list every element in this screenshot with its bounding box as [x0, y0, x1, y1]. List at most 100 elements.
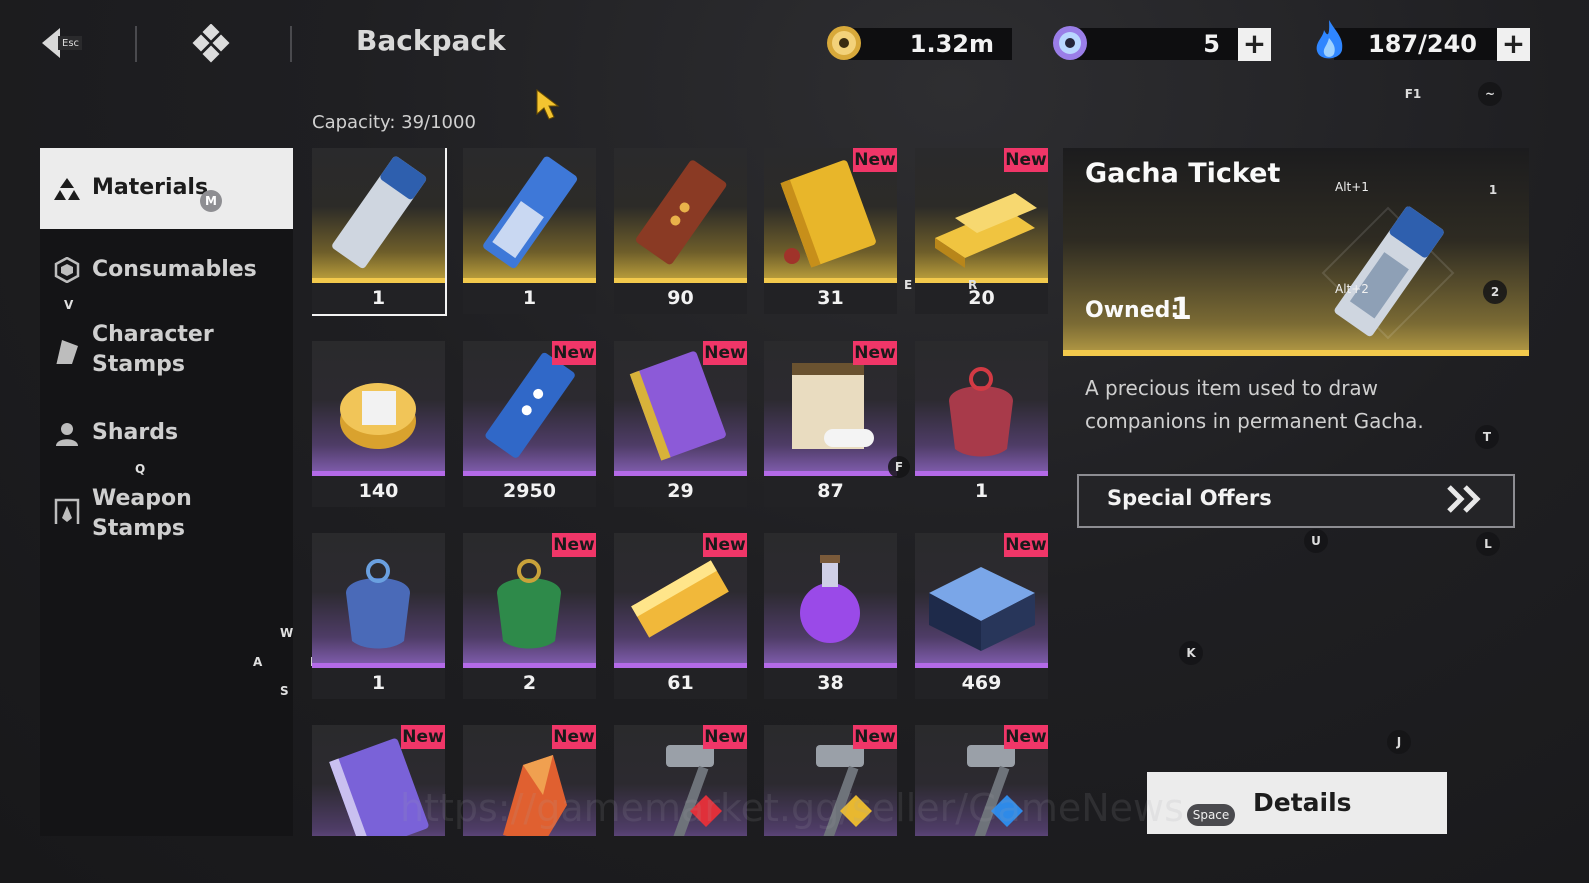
key-hint-1: 1: [1488, 183, 1498, 197]
blue-pouch-icon: [346, 559, 410, 649]
item-art: [463, 148, 596, 278]
item-slot[interactable]: 1: [312, 148, 447, 316]
item-slot[interactable]: 140: [312, 341, 445, 507]
item-count: 90: [614, 283, 747, 314]
item-count: 1: [463, 283, 596, 314]
item-count: 1: [915, 476, 1048, 507]
key-hint-l: L: [1476, 532, 1500, 556]
new-badge: New: [1004, 725, 1048, 749]
key-hint-alt1: Alt+1: [1335, 180, 1369, 194]
key-hint-e: E: [904, 278, 913, 292]
item-slot[interactable]: 31 New: [764, 148, 897, 314]
menu-button[interactable]: [190, 23, 234, 64]
shards-icon: [56, 423, 78, 446]
key-hint-t: T: [1475, 425, 1499, 449]
key-hint-u: U: [1304, 529, 1328, 553]
character-stamp-icon: [56, 340, 78, 364]
tab-label: Consumables: [92, 257, 257, 282]
key-hint-tilde: ~: [1478, 82, 1502, 106]
tab-label: Shards: [92, 420, 179, 445]
item-slot[interactable]: 1: [463, 148, 596, 314]
new-badge: New: [552, 725, 596, 749]
item-slot[interactable]: 2 New: [463, 533, 596, 699]
gold-amount: 1.32m: [909, 30, 994, 58]
new-badge: New: [703, 533, 747, 557]
gem-currency: 5 +: [1052, 24, 1274, 61]
details-button[interactable]: Space Details: [1147, 772, 1447, 834]
add-energy-button[interactable]: +: [1497, 28, 1530, 61]
item-art: [312, 148, 445, 278]
item-count: 1: [312, 668, 445, 699]
owned-label: Owned:: [1085, 298, 1180, 323]
add-gem-button[interactable]: +: [1238, 28, 1271, 61]
new-badge: New: [853, 725, 897, 749]
details-label: Details: [1253, 788, 1352, 817]
back-button[interactable]: Esc: [38, 22, 86, 64]
item-detail-panel: Gacha Ticket Alt+1 Alt+2 1 2 Owned: 1 A …: [1063, 148, 1529, 836]
esc-key-label: Esc: [62, 38, 80, 49]
item-count: 31: [764, 283, 897, 314]
tab-materials[interactable]: Materials M: [40, 148, 293, 229]
weapon-stamp-icon: [54, 498, 80, 524]
gacha-ticket-icon: [1321, 206, 1455, 340]
item-slot[interactable]: 29 New: [614, 341, 747, 507]
item-count: 20: [915, 283, 1048, 314]
item-art: [312, 533, 445, 663]
key-hint-space: Space: [1187, 804, 1235, 826]
item-slot[interactable]: 1: [915, 341, 1048, 507]
capacity-label: Capacity: 39/1000: [312, 112, 476, 133]
key-hint-m: M: [200, 190, 222, 212]
item-slot[interactable]: 87 New: [764, 341, 897, 507]
item-count: 140: [312, 476, 445, 507]
owned-value: 1: [1171, 292, 1192, 327]
special-offers-label: Special Offers: [1107, 486, 1272, 510]
item-grid: 1 1 90 31 New 20 New 140 2950 New 29 New 87 New 1 1 2 New…: [312, 148, 1052, 836]
gold-currency: 1.32m: [826, 24, 1016, 60]
item-count: 29: [614, 476, 747, 507]
item-slot[interactable]: 38: [764, 533, 897, 699]
item-slot[interactable]: 2950 New: [463, 341, 596, 507]
item-count: 2: [463, 668, 596, 699]
tab-label: Character Stamps: [92, 322, 214, 377]
divider: [290, 26, 292, 62]
item-art: [614, 148, 747, 278]
gem-ring-icon: [1053, 26, 1087, 60]
item-slot[interactable]: 61 New: [614, 533, 747, 699]
energy-currency: 187/240 +: [1312, 20, 1532, 61]
item-count: 1: [312, 283, 445, 314]
item-description: A precious item used to draw companions …: [1085, 376, 1424, 433]
tab-character-stamps[interactable]: Character Stamps: [40, 320, 293, 384]
special-offers-button[interactable]: Special Offers: [1077, 474, 1515, 528]
diamond-grid-icon: [192, 23, 230, 63]
key-hint-2: 2: [1483, 280, 1507, 304]
item-slot[interactable]: 469 New: [915, 533, 1048, 699]
item-slot[interactable]: 1: [312, 533, 445, 699]
coin-stack-icon: [340, 383, 416, 449]
gacha-ticket-blue-icon: [483, 156, 578, 269]
tab-weapon-stamps[interactable]: Weapon Stamps: [40, 484, 293, 548]
item-art: [764, 533, 897, 663]
potion-icon: [800, 555, 860, 643]
item-name: Gacha Ticket: [1085, 158, 1281, 189]
key-hint-k: K: [1179, 641, 1203, 665]
key-hint-f: F: [888, 456, 910, 478]
key-hint-alt2: Alt+2: [1335, 282, 1369, 296]
page-title: Backpack: [356, 24, 506, 57]
energy-amount: 187/240: [1368, 30, 1477, 58]
item-slot[interactable]: 20 New: [915, 148, 1048, 314]
detail-header: Gacha Ticket Alt+1 Alt+2 1 2 Owned: 1: [1063, 148, 1529, 356]
tab-consumables[interactable]: Consumables: [40, 248, 293, 292]
tab-shards[interactable]: Shards: [40, 418, 293, 450]
blue-flame-icon: [1316, 20, 1343, 59]
new-badge: New: [1004, 533, 1048, 557]
new-badge: New: [401, 725, 445, 749]
new-badge: New: [552, 341, 596, 365]
key-hint-f1: F1: [1404, 87, 1422, 101]
gacha-ticket-silver-icon: [332, 156, 427, 269]
item-slot[interactable]: 90: [614, 148, 747, 314]
item-count: 61: [614, 668, 747, 699]
key-hint-a: A: [253, 655, 263, 669]
item-count: 38: [764, 668, 897, 699]
key-hint-s: S: [280, 684, 289, 698]
item-count: 2950: [463, 476, 596, 507]
